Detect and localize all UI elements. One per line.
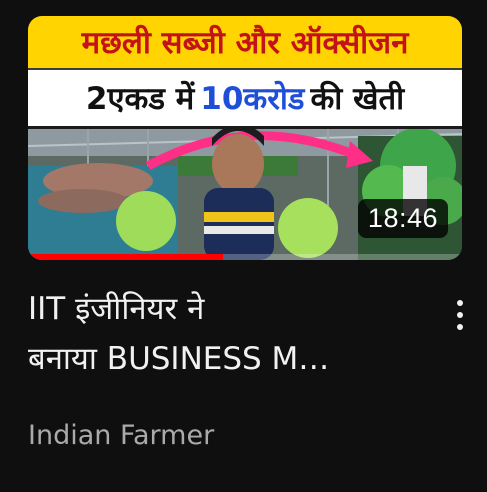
video-card: मछली सब्जी और ऑक्सीजन 2एकड में 10करोड की… <box>0 0 487 492</box>
watch-progress-fill <box>28 254 224 260</box>
vertical-ellipsis-icon <box>457 324 463 330</box>
vertical-ellipsis-icon <box>457 300 463 306</box>
headline-text: की खेती <box>310 81 405 117</box>
watch-progress-bar <box>28 254 462 260</box>
channel-name[interactable]: Indian Farmer <box>28 420 214 451</box>
thumbnail-headline-line2: 2एकड में 10करोड की खेती <box>28 70 462 129</box>
duration-badge: 18:46 <box>357 199 448 238</box>
video-title-line: बनाया BUSINESS M… <box>28 341 330 377</box>
video-title[interactable]: IIT इंजीनियर ने बनाया BUSINESS M… <box>28 284 428 384</box>
vertical-ellipsis-icon <box>457 312 463 318</box>
video-thumbnail[interactable]: मछली सब्जी और ऑक्सीजन 2एकड में 10करोड की… <box>28 16 462 260</box>
more-actions-button[interactable] <box>440 290 480 340</box>
headline-text: 2एकड में <box>85 81 195 117</box>
headline-highlight: 10करोड <box>200 81 305 117</box>
video-title-line: IIT इंजीनियर ने <box>28 291 205 327</box>
thumbnail-headline-line1: मछली सब्जी और ऑक्सीजन <box>28 16 462 68</box>
